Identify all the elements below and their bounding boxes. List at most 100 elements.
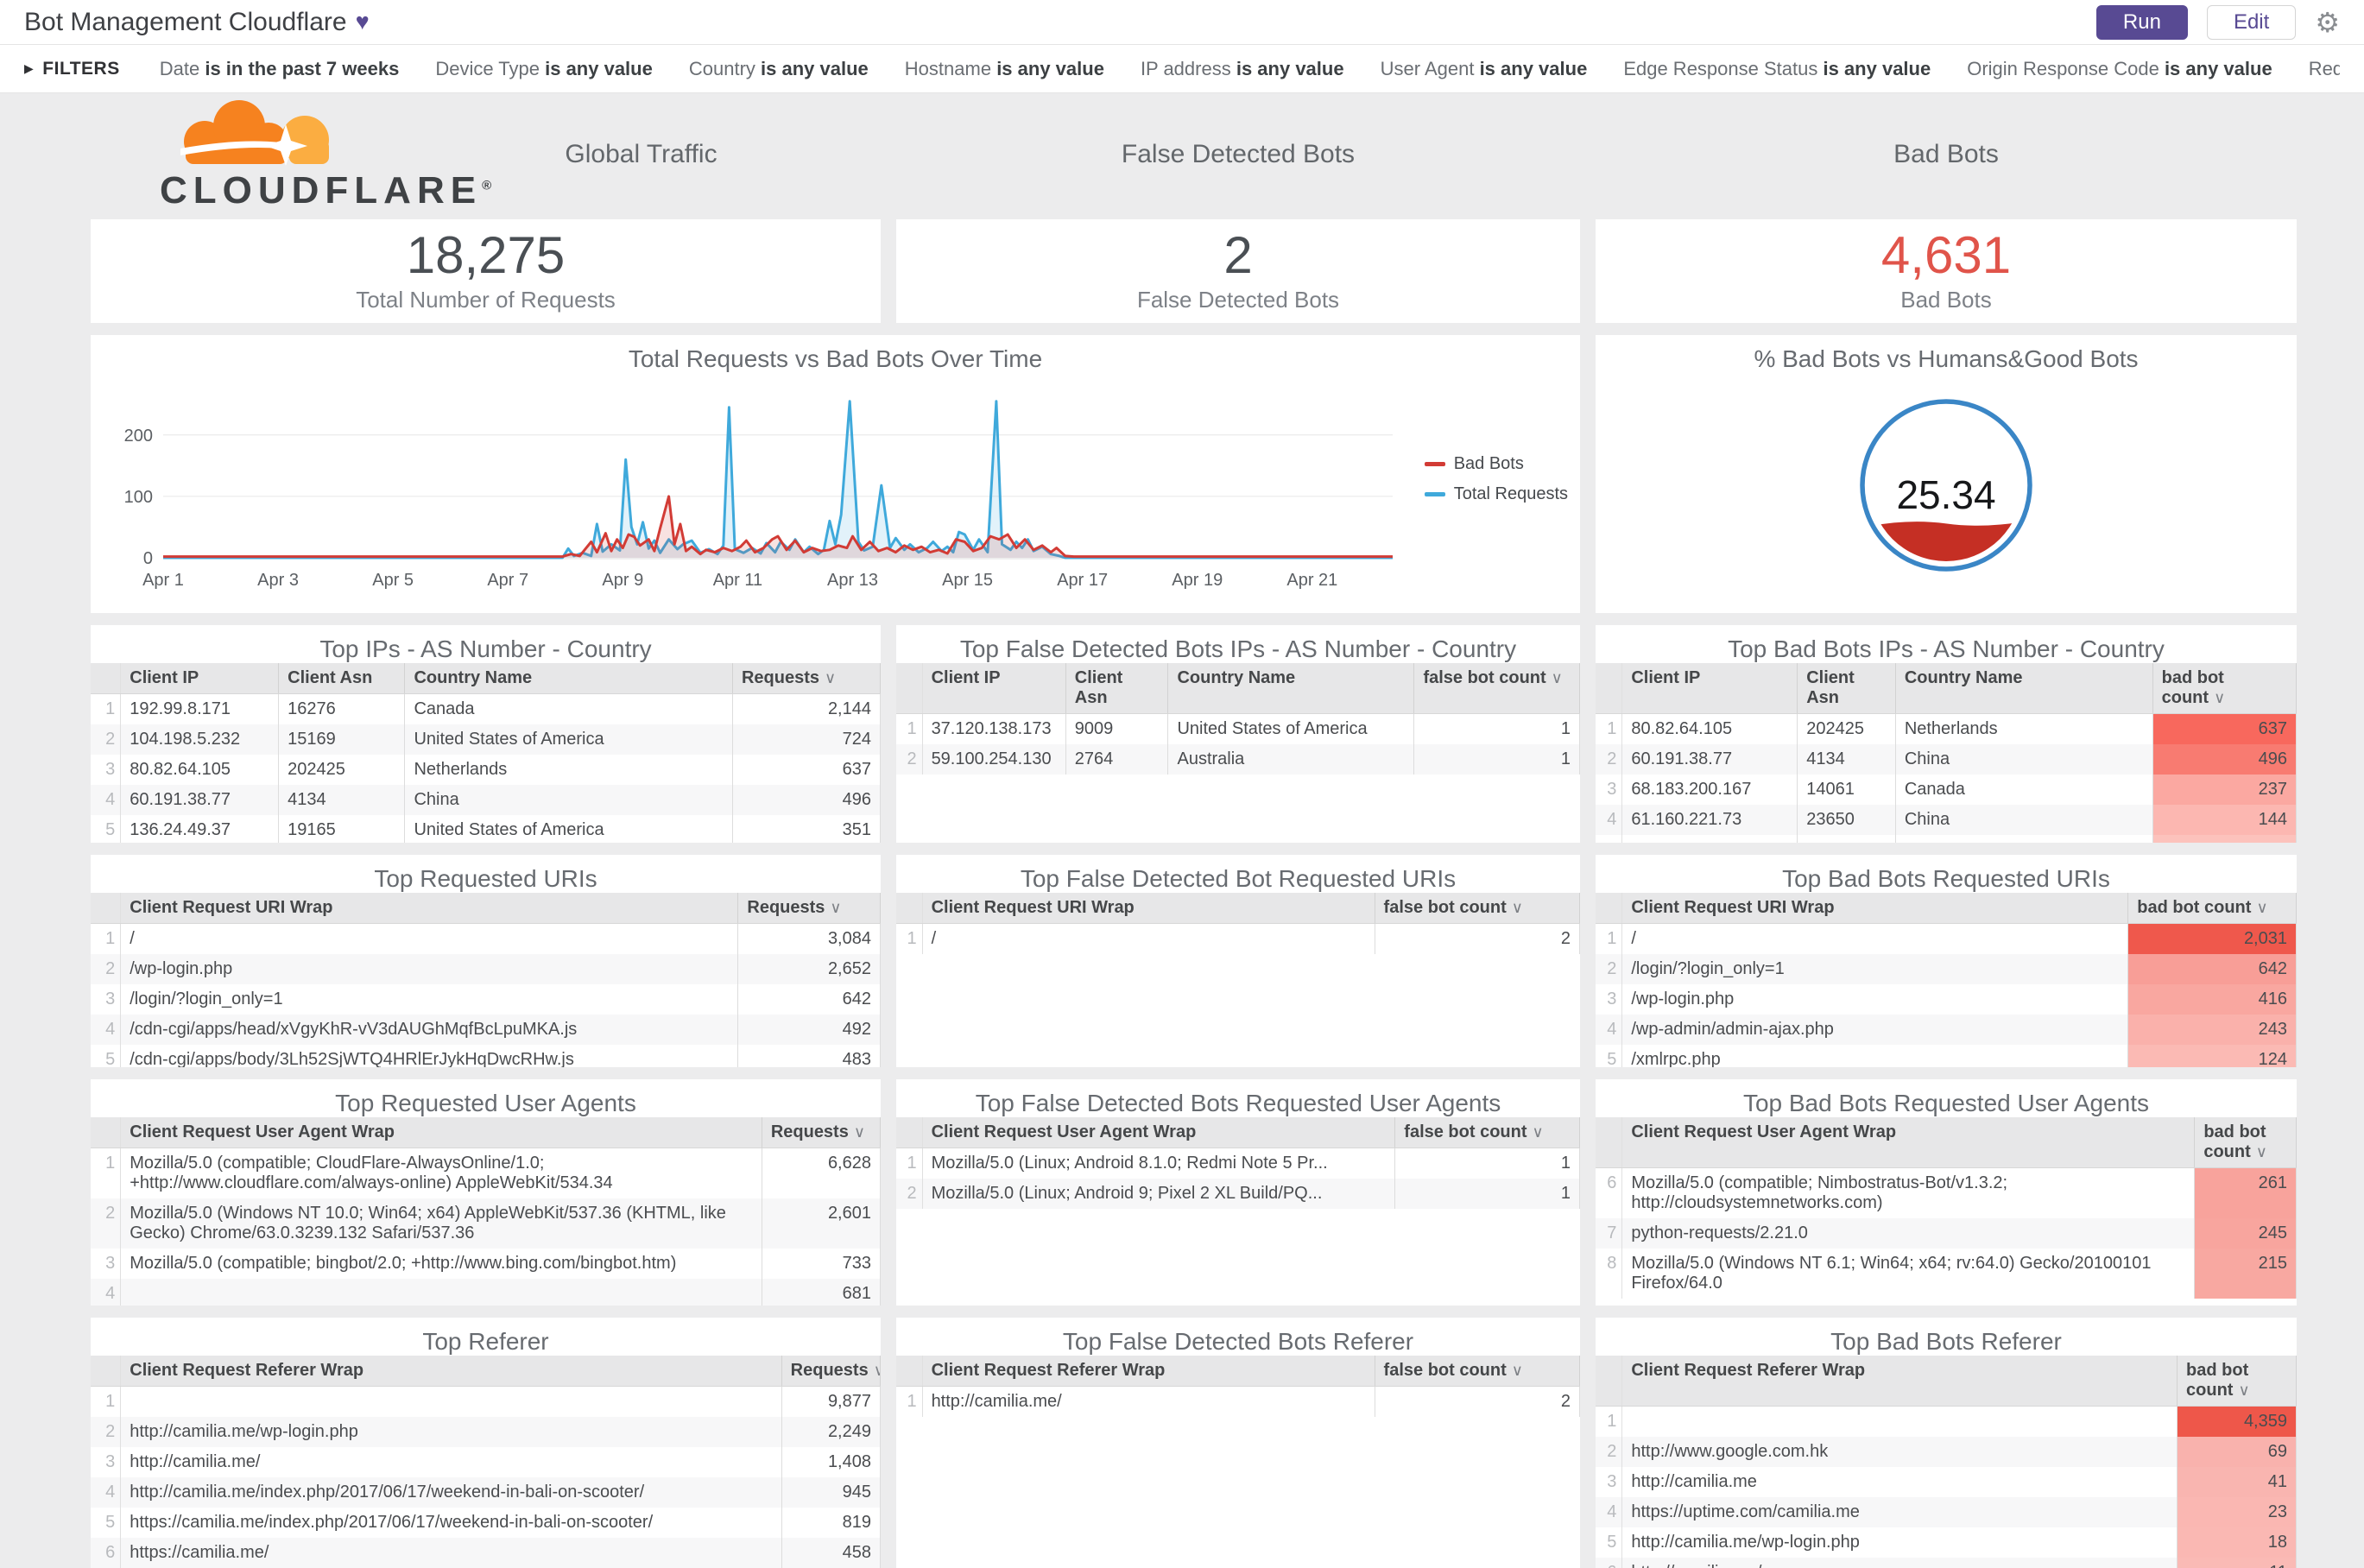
filter-item[interactable]: Request URI is any value [2309,58,2340,80]
column-header[interactable]: Country Name [1167,663,1415,714]
table-row[interactable]: 4 61.160.221.73 23650 China 144 [1596,805,2297,835]
column-header[interactable]: Client IP [922,663,1066,714]
table-row[interactable]: 2/wp-login.php 2,652 [91,954,881,984]
table-row[interactable]: 1/2,031 [1596,923,2297,954]
kpi-total-requests[interactable]: 18,275 Total Number of Requests [91,219,881,323]
table-row[interactable]: 1 4,359 [1596,1406,2297,1437]
table-row[interactable]: 4/cdn-cgi/apps/head/xVgyKhR-vV3dAUGhMqfB… [91,1015,881,1045]
table-row[interactable]: 3 http://camilia.me 41 [1596,1467,2297,1497]
column-header[interactable]: Client Request User Agent Wrap [120,1117,762,1148]
filters-toggle[interactable]: ▶ FILTERS [24,59,120,79]
filter-item[interactable]: IP address is any value [1141,58,1344,80]
column-header[interactable]: bad bot count ∨ [2152,663,2297,714]
column-header[interactable]: bad bot count ∨ [2177,1356,2297,1407]
column-header[interactable]: Client Request Referer Wrap [922,1356,1375,1387]
column-header[interactable]: Client Request URI Wrap [1621,893,2129,924]
table-row[interactable]: 5 136.24.49.37 19165 United States of Ameri… [91,815,881,843]
table-row[interactable]: 1 Mozilla/5.0 (compatible; CloudFlare-Alw… [91,1148,881,1198]
table-row[interactable]: 1 37.120.138.173 9009 United States of Amer… [896,713,1580,744]
table-row[interactable]: 2/login/?login_only=1 642 [1596,954,2297,984]
filter-item[interactable]: Origin Response Code is any value [1967,58,2272,80]
table-row[interactable]: 1 192.99.8.171 16276 Canada 2,144 [91,693,881,724]
table-row[interactable]: 1 80.82.64.105 202425 Netherlands 637 [1596,713,2297,744]
table-card-bad-referer[interactable]: Top Bad Bots Referer Client Request Refe… [1596,1318,2297,1568]
column-header[interactable]: Requests∨ [737,893,881,924]
sort-chevron-icon[interactable]: ∨ [854,1123,865,1141]
filter-item[interactable]: Date is in the past 7 weeks [160,58,400,80]
column-header[interactable]: Client Request User Agent Wrap [922,1117,1396,1148]
table-row[interactable]: 2 59.100.254.130 2764 Australia 1 [896,744,1580,775]
table-card-bad-uris[interactable]: Top Bad Bots Requested URIs Client Reque… [1596,855,2297,1067]
table-row[interactable]: 5 http://camilia.me/wp-login.php 18 [1596,1527,2297,1558]
table-row[interactable]: 4 681 [91,1279,881,1306]
data-table[interactable]: Client Request Referer Wrap false bot cou… [896,1356,1580,1417]
table-row[interactable]: 6 Mozilla/5.0 (compatible; Nimbostratus-B… [1596,1167,2297,1218]
column-header[interactable]: Client Request URI Wrap [922,893,1375,924]
filter-item[interactable]: Edge Response Status is any value [1623,58,1931,80]
data-table[interactable]: Client IP Client Asn Country Name false bot… [896,663,1580,775]
data-table[interactable]: Client Request URI Wrap Requests ∨ 1/3,084 2… [91,893,881,1067]
column-header[interactable]: Client Request Referer Wrap [1621,1356,2178,1407]
column-header[interactable]: Country Name [1895,663,2153,714]
table-row[interactable]: 3 Mozilla/5.0 (compatible; bingbot/2.0; +… [91,1249,881,1279]
table-row[interactable]: 1 9,877 [91,1386,881,1417]
run-button[interactable]: Run [2095,4,2188,40]
data-table[interactable]: Client IP Client Asn Country Name bad bot c… [1596,663,2297,843]
edit-button[interactable]: Edit [2206,4,2297,40]
table-row[interactable]: 6http://camilia.me/11 [1596,1558,2297,1568]
filter-item[interactable]: Country is any value [689,58,869,80]
table-card-bad-user-agents[interactable]: Top Bad Bots Requested User Agents Clien… [1596,1079,2297,1306]
data-table[interactable]: Client Request URI Wrap bad bot count ∨ 1/2… [1596,893,2297,1067]
table-row[interactable]: 2 http://camilia.me/wp-login.php 2,249 [91,1417,881,1447]
table-row[interactable]: 5 [1596,835,2297,843]
filter-item[interactable]: Device Type is any value [435,58,653,80]
table-row[interactable]: 1 Mozilla/5.0 (Linux; Android 8.1.0; Redm… [896,1148,1580,1179]
data-table[interactable]: Client Request User Agent Wrap bad bot co… [1596,1117,2297,1299]
table-card-top-referer[interactable]: Top Referer Client Request Referer Wrap R… [91,1318,881,1568]
legend-item-total-requests[interactable]: Total Requests [1424,484,1568,504]
table-row[interactable]: 1/2 [896,923,1580,954]
table-row[interactable]: 4 http://camilia.me/index.php/2017/06/17/… [91,1477,881,1508]
table-row[interactable]: 4 60.191.38.77 4134 China 496 [91,785,881,815]
table-card-bad-ips[interactable]: Top Bad Bots IPs - AS Number - Country C… [1596,625,2297,843]
column-header[interactable]: Client Asn [278,663,406,694]
legend-item-bad-bots[interactable]: Bad Bots [1424,454,1568,474]
filter-item[interactable]: Hostname is any value [905,58,1104,80]
data-table[interactable]: Client Request URI Wrap false bot count ∨ 1… [896,893,1580,954]
column-header[interactable]: Client Request URI Wrap [120,893,739,924]
column-header[interactable]: false bot count ∨ [1375,1356,1580,1387]
table-row[interactable]: 4/wp-admin/admin-ajax.php 243 [1596,1015,2297,1045]
sort-chevron-icon[interactable]: ∨ [1552,669,1563,686]
column-header[interactable]: false bot count ∨ [1375,893,1580,924]
table-card-false-uris[interactable]: Top False Detected Bot Requested URIs Cl… [896,855,1580,1067]
sort-chevron-icon[interactable]: ∨ [1512,899,1523,916]
table-row[interactable]: 5/cdn-cgi/apps/body/3Lh52SjWTQ4HRlErJykH… [91,1045,881,1067]
table-row[interactable]: 3 68.183.200.167 14061 Canada 237 [1596,775,2297,805]
data-table[interactable]: Client Request Referer Wrap bad bot count… [1596,1356,2297,1568]
table-row[interactable]: 8 Mozilla/5.0 (Windows NT 6.1; Win64; x64… [1596,1249,2297,1299]
table-row[interactable]: 2 104.198.5.232 15169 United States of Amer… [91,724,881,755]
kpi-false-detected-bots[interactable]: 2 False Detected Bots [896,219,1580,323]
timeseries-chart-card[interactable]: Total Requests vs Bad Bots Over Time 0 10… [91,335,1580,613]
sort-chevron-icon[interactable]: ∨ [1512,1362,1523,1379]
sort-chevron-icon[interactable]: ∨ [2256,899,2267,916]
table-row[interactable]: 3 http://camilia.me/1,408 [91,1447,881,1477]
data-table[interactable]: Client Request Referer WrapRequests∨19,8… [91,1356,881,1568]
table-row[interactable]: 3 80.82.64.105 202425 Netherlands 637 [91,755,881,785]
column-header[interactable]: bad bot count ∨ [2194,1117,2297,1168]
table-row[interactable]: 2 60.191.38.77 4134 China 496 [1596,744,2297,775]
column-header[interactable]: Client Request Referer Wrap [120,1356,782,1387]
table-row[interactable]: 5 https://camilia.me/index.php/2017/06/17… [91,1508,881,1538]
kpi-bad-bots[interactable]: 4,631 Bad Bots [1596,219,2297,323]
gauge-card[interactable]: % Bad Bots vs Humans&Good Bots 25.34 [1596,335,2297,613]
sort-chevron-icon[interactable]: ∨ [825,669,836,686]
table-row[interactable]: 6 https://camilia.me/458 [91,1538,881,1568]
table-row[interactable]: 2 Mozilla/5.0 (Windows NT 10.0; Win64; x6… [91,1198,881,1249]
data-table[interactable]: Client Request User Agent Wrap false bot … [896,1117,1580,1209]
column-header[interactable]: false bot count ∨ [1413,663,1580,714]
table-card-top-ips[interactable]: Top IPs - AS Number - Country Client IP C… [91,625,881,843]
table-row[interactable]: 1 http://camilia.me/2 [896,1386,1580,1417]
column-header[interactable]: Requests∨ [781,1356,881,1387]
gear-icon[interactable]: ⚙ [2315,9,2340,36]
sort-chevron-icon[interactable]: ∨ [2256,1143,2267,1160]
